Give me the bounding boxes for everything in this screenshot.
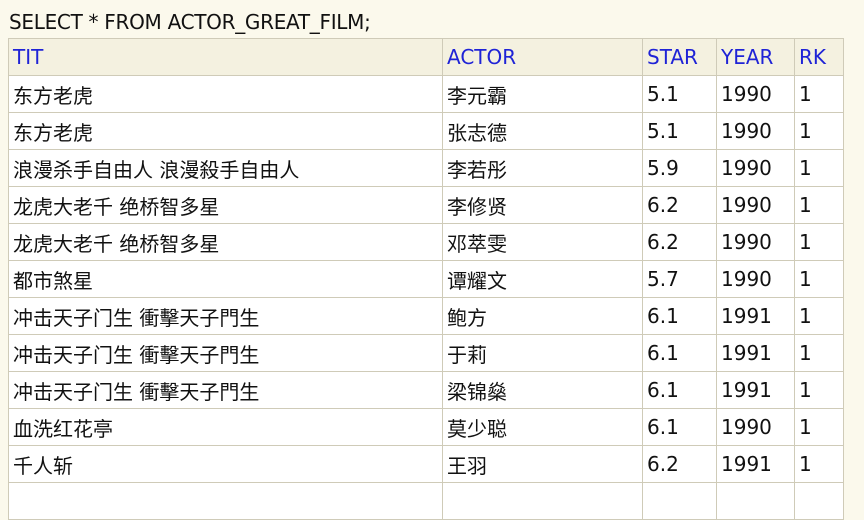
- cell-star: 6.1: [642, 297, 717, 335]
- cell-actor: 邓萃雯: [442, 223, 643, 261]
- cell-tit: 冲击天子门生 衝擊天子門生: [8, 334, 443, 372]
- cell-tit: 冲击天子门生 衝擊天子門生: [8, 297, 443, 335]
- cell-star: 5.9: [642, 149, 717, 187]
- cell-year: 1990: [716, 186, 795, 224]
- table-row[interactable]: 东方老虎 张志德 5.1 1990 1: [8, 112, 844, 150]
- cell-year: 1990: [716, 223, 795, 261]
- cell-tit: 东方老虎: [8, 75, 443, 113]
- cell-actor: 李修贤: [442, 186, 643, 224]
- cell-rk: 1: [794, 112, 844, 150]
- cell-tit: 龙虎大老千 绝桥智多星: [8, 186, 443, 224]
- cell-year: 1990: [716, 149, 795, 187]
- cell-rk: 1: [794, 186, 844, 224]
- table-row[interactable]: 都市煞星 谭耀文 5.7 1990 1: [8, 260, 844, 298]
- column-header-actor[interactable]: ACTOR: [442, 38, 643, 76]
- cell-star: 6.1: [642, 371, 717, 409]
- table-row[interactable]: 血洗红花亭 莫少聪 6.1 1990 1: [8, 408, 844, 446]
- table-row[interactable]: [8, 482, 844, 520]
- cell-star: 6.1: [642, 408, 717, 446]
- cell-year: 1990: [716, 408, 795, 446]
- table-row[interactable]: 冲击天子门生 衝擊天子門生 于莉 6.1 1991 1: [8, 334, 844, 372]
- sql-query-text: SELECT * FROM ACTOR_GREAT_FILM;: [9, 10, 371, 34]
- cell-rk: 1: [794, 75, 844, 113]
- cell-star: 6.1: [642, 334, 717, 372]
- cell-rk: 1: [794, 371, 844, 409]
- cell-year: 1991: [716, 297, 795, 335]
- cell-rk: 1: [794, 408, 844, 446]
- results-table: TIT ACTOR STAR YEAR RK 东方老虎 李元霸 5.1 1990 1 东方…: [8, 38, 844, 520]
- table-row[interactable]: 龙虎大老千 绝桥智多星 李修贤 6.2 1990 1: [8, 186, 844, 224]
- cell-year: [716, 482, 795, 520]
- cell-rk: 1: [794, 445, 844, 483]
- cell-year: 1991: [716, 334, 795, 372]
- cell-star: 6.2: [642, 445, 717, 483]
- cell-star: 6.2: [642, 223, 717, 261]
- cell-star: 5.1: [642, 75, 717, 113]
- table-row[interactable]: 冲击天子门生 衝擊天子門生 鲍方 6.1 1991 1: [8, 297, 844, 335]
- cell-actor: 张志德: [442, 112, 643, 150]
- cell-tit: 龙虎大老千 绝桥智多星: [8, 223, 443, 261]
- cell-rk: 1: [794, 260, 844, 298]
- cell-actor: 李若彤: [442, 149, 643, 187]
- table-row[interactable]: 东方老虎 李元霸 5.1 1990 1: [8, 75, 844, 113]
- column-header-rk[interactable]: RK: [794, 38, 844, 76]
- cell-star: 5.1: [642, 112, 717, 150]
- cell-year: 1991: [716, 445, 795, 483]
- cell-year: 1990: [716, 75, 795, 113]
- cell-actor: 谭耀文: [442, 260, 643, 298]
- column-header-year[interactable]: YEAR: [716, 38, 795, 76]
- cell-actor: 梁锦燊: [442, 371, 643, 409]
- cell-tit: [8, 482, 443, 520]
- column-header-star[interactable]: STAR: [642, 38, 717, 76]
- cell-year: 1990: [716, 112, 795, 150]
- column-header-tit[interactable]: TIT: [8, 38, 443, 76]
- cell-actor: 李元霸: [442, 75, 643, 113]
- cell-tit: 都市煞星: [8, 260, 443, 298]
- cell-star: [642, 482, 717, 520]
- cell-tit: 浪漫杀手自由人 浪漫殺手自由人: [8, 149, 443, 187]
- table-row[interactable]: 冲击天子门生 衝擊天子門生 梁锦燊 6.1 1991 1: [8, 371, 844, 409]
- cell-rk: [794, 482, 844, 520]
- cell-year: 1991: [716, 371, 795, 409]
- cell-actor: 莫少聪: [442, 408, 643, 446]
- header-row: TIT ACTOR STAR YEAR RK: [8, 38, 844, 76]
- cell-actor: 鲍方: [442, 297, 643, 335]
- cell-rk: 1: [794, 149, 844, 187]
- cell-tit: 东方老虎: [8, 112, 443, 150]
- cell-star: 6.2: [642, 186, 717, 224]
- cell-tit: 血洗红花亭: [8, 408, 443, 446]
- cell-rk: 1: [794, 223, 844, 261]
- cell-actor: 王羽: [442, 445, 643, 483]
- table-row[interactable]: 浪漫杀手自由人 浪漫殺手自由人 李若彤 5.9 1990 1: [8, 149, 844, 187]
- cell-star: 5.7: [642, 260, 717, 298]
- cell-year: 1990: [716, 260, 795, 298]
- cell-tit: 冲击天子门生 衝擊天子門生: [8, 371, 443, 409]
- cell-actor: 于莉: [442, 334, 643, 372]
- cell-actor: [442, 482, 643, 520]
- table-row[interactable]: 千人斩 王羽 6.2 1991 1: [8, 445, 844, 483]
- cell-tit: 千人斩: [8, 445, 443, 483]
- cell-rk: 1: [794, 334, 844, 372]
- cell-rk: 1: [794, 297, 844, 335]
- table-row[interactable]: 龙虎大老千 绝桥智多星 邓萃雯 6.2 1990 1: [8, 223, 844, 261]
